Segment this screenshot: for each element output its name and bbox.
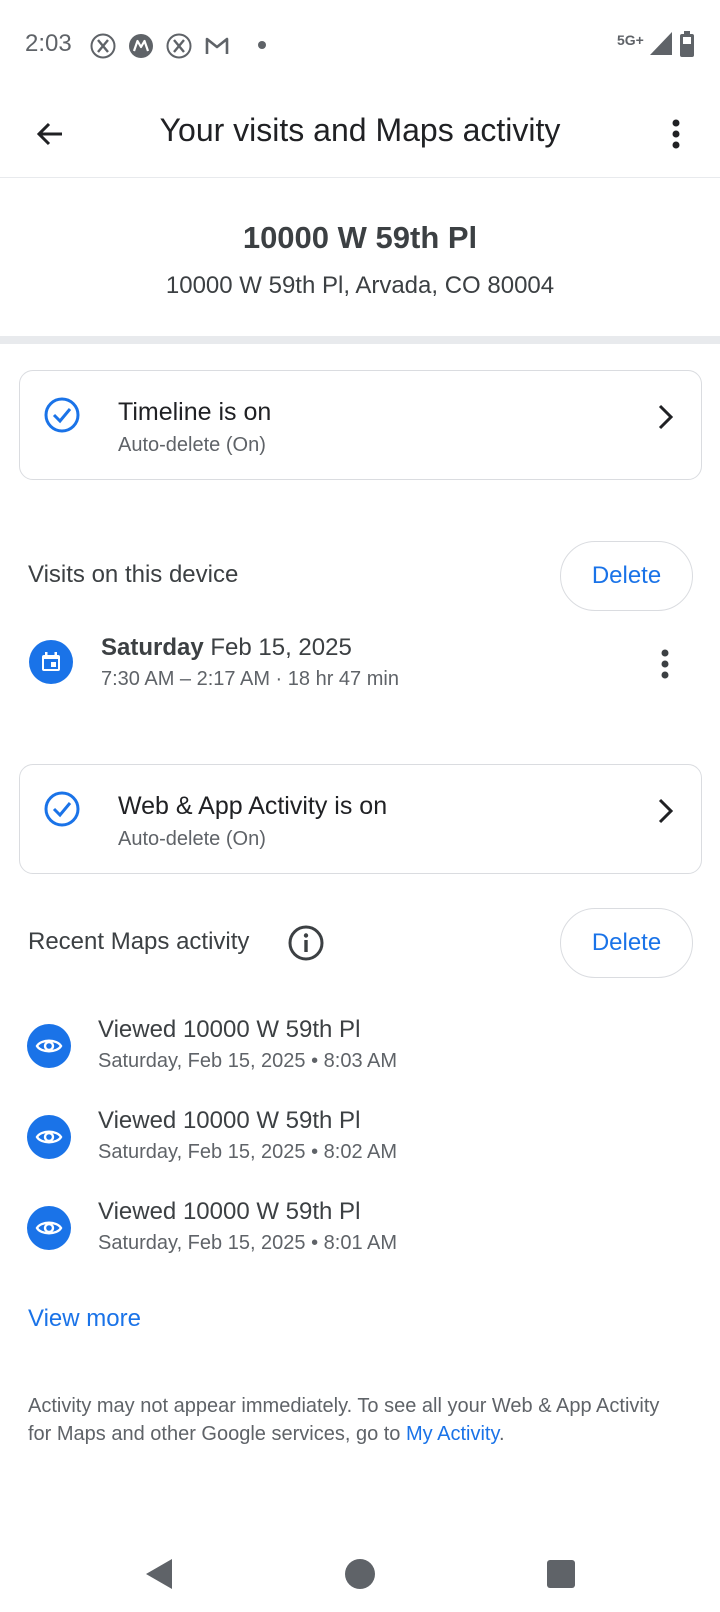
activity-title: Viewed 10000 W 59th Pl <box>98 1016 361 1043</box>
status-bar: 2:03 5G+ <box>0 0 720 92</box>
activity-title: Viewed 10000 W 59th Pl <box>98 1107 361 1134</box>
x-app-icon <box>90 33 116 59</box>
place-name: 10000 W 59th Pl <box>242 220 478 255</box>
visits-section-title: Visits on this device <box>28 561 239 588</box>
chevron-right-icon <box>658 798 674 824</box>
visit-more-options-button[interactable] <box>641 640 689 688</box>
footer-note: Activity may not appear immediately. To … <box>28 1392 668 1448</box>
info-icon[interactable] <box>287 924 325 962</box>
notification-dot-icon <box>258 41 266 49</box>
activity-list-item[interactable]: Viewed 10000 W 59th Pl Saturday, Feb 15,… <box>0 1192 720 1272</box>
activity-timestamp: Saturday, Feb 15, 2025 • 8:03 AM <box>98 1050 398 1072</box>
visit-date: Saturday Feb 15, 2025 <box>101 634 352 662</box>
section-divider <box>0 336 720 344</box>
more-vert-icon <box>672 119 680 149</box>
activity-list-item[interactable]: Viewed 10000 W 59th Pl Saturday, Feb 15,… <box>0 1101 720 1181</box>
visit-time-range: 7:30 AM – 2:17 AM · 18 hr 47 min <box>101 668 399 690</box>
check-circle-icon <box>44 791 80 827</box>
eye-icon <box>27 1206 71 1250</box>
battery-icon <box>680 31 694 57</box>
timeline-auto-delete: Auto-delete (On) <box>118 434 266 456</box>
delete-maps-activity-button[interactable]: Delete <box>560 908 693 978</box>
maps-activity-title: Recent Maps activity <box>28 928 250 955</box>
x-app-icon <box>166 33 192 59</box>
activity-list-item[interactable]: Viewed 10000 W 59th Pl Saturday, Feb 15,… <box>0 1010 720 1090</box>
place-address: 10000 W 59th Pl, Arvada, CO 80004 <box>165 272 555 299</box>
more-vert-icon <box>661 649 669 679</box>
check-circle-icon <box>44 397 80 433</box>
signal-icon <box>650 32 672 55</box>
web-app-auto-delete: Auto-delete (On) <box>118 828 266 850</box>
web-app-activity-title: Web & App Activity is on <box>118 792 388 820</box>
visit-date-value: Feb 15, 2025 <box>210 634 352 661</box>
eye-icon <box>27 1024 71 1068</box>
nav-back-icon[interactable] <box>140 1554 180 1594</box>
web-app-activity-card[interactable]: Web & App Activity is on Auto-delete (On… <box>19 764 702 874</box>
eye-icon <box>27 1115 71 1159</box>
nav-home-icon[interactable] <box>340 1554 380 1594</box>
activity-title: Viewed 10000 W 59th Pl <box>98 1198 361 1225</box>
more-options-button[interactable] <box>652 110 700 158</box>
status-time: 2:03 <box>25 30 72 57</box>
calendar-icon <box>29 640 73 684</box>
footer-end: . <box>498 1423 505 1445</box>
delete-visits-button[interactable]: Delete <box>560 541 693 611</box>
network-type: 5G+ <box>617 32 644 48</box>
footer-text: Activity may not appear immediately. To … <box>28 1395 660 1445</box>
timeline-status-card[interactable]: Timeline is on Auto-delete (On) <box>19 370 702 480</box>
view-more-link[interactable]: View more <box>28 1305 141 1333</box>
visit-day: Saturday <box>101 634 204 661</box>
nav-recents-icon[interactable] <box>541 1554 581 1594</box>
page-title: Your visits and Maps activity <box>159 112 561 148</box>
motorola-icon <box>129 34 153 58</box>
activity-timestamp: Saturday, Feb 15, 2025 • 8:02 AM <box>98 1141 398 1163</box>
timeline-status-title: Timeline is on <box>118 398 272 426</box>
my-activity-link[interactable]: My Activity <box>406 1423 499 1445</box>
activity-timestamp: Saturday, Feb 15, 2025 • 8:01 AM <box>98 1232 398 1254</box>
visit-list-item[interactable]: Saturday Feb 15, 2025 7:30 AM – 2:17 AM … <box>0 626 720 706</box>
chevron-right-icon <box>658 404 674 430</box>
gmail-icon <box>205 37 229 54</box>
system-navigation-bar <box>0 1530 720 1612</box>
top-app-bar: Your visits and Maps activity <box>0 92 720 178</box>
